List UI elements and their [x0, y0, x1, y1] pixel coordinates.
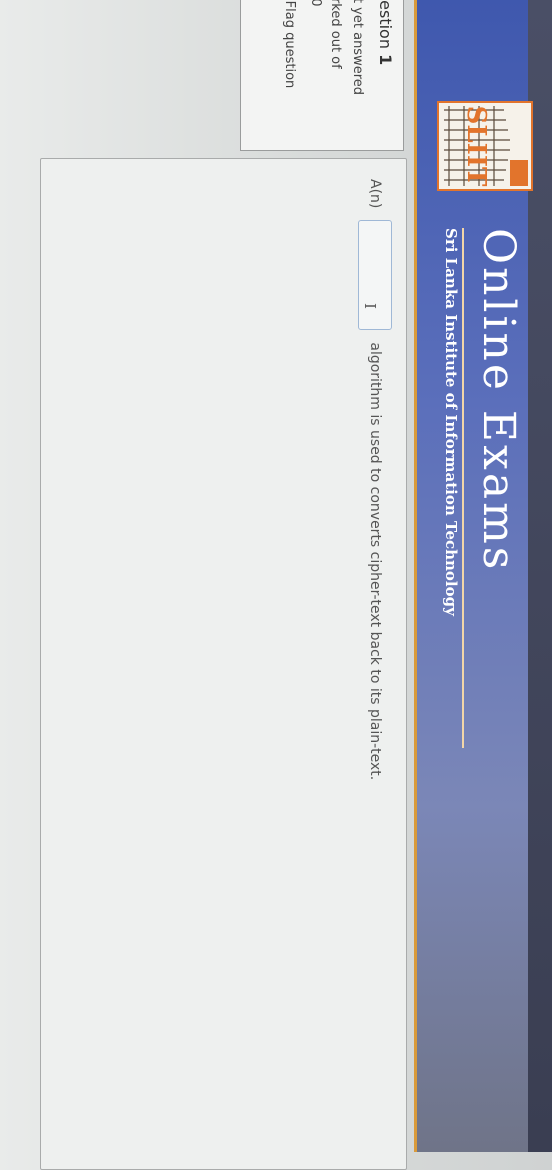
marks-value: 00 [308, 0, 323, 7]
sliit-logo: SLIIT [437, 101, 533, 191]
app-title: Online Exams [473, 228, 524, 573]
header-banner: SLIIT Online Exams Sri Lanka Institute o… [414, 0, 552, 1152]
question-number: 1 [376, 54, 395, 66]
question-text: A(n) algorithm is used to converts ciphe… [358, 179, 392, 780]
answer-input[interactable] [358, 220, 392, 331]
marks-label: arked out of [328, 0, 343, 69]
question-info-panel: uestion 1 ot yet answered arked out of 0… [240, 0, 404, 151]
logo-text: SLIIT [461, 106, 491, 187]
question-label-text: uestion [376, 0, 395, 49]
question-status: ot yet answered [350, 0, 365, 96]
question-panel: A(n) algorithm is used to converts ciphe… [40, 158, 407, 1170]
flag-question-label: Flag question [282, 0, 297, 89]
title-divider [462, 228, 464, 748]
text-cursor-icon: I [361, 303, 379, 309]
question-suffix: algorithm is used to converts cipher-tex… [367, 342, 383, 781]
exam-page: SLIIT Online Exams Sri Lanka Institute o… [0, 0, 552, 1170]
institution-name: Sri Lanka Institute of Information Techn… [442, 228, 460, 616]
flag-question-button[interactable]: ▸ Flag question [282, 0, 297, 89]
question-prefix: A(n) [367, 179, 383, 209]
question-label: uestion 1 [376, 0, 395, 65]
